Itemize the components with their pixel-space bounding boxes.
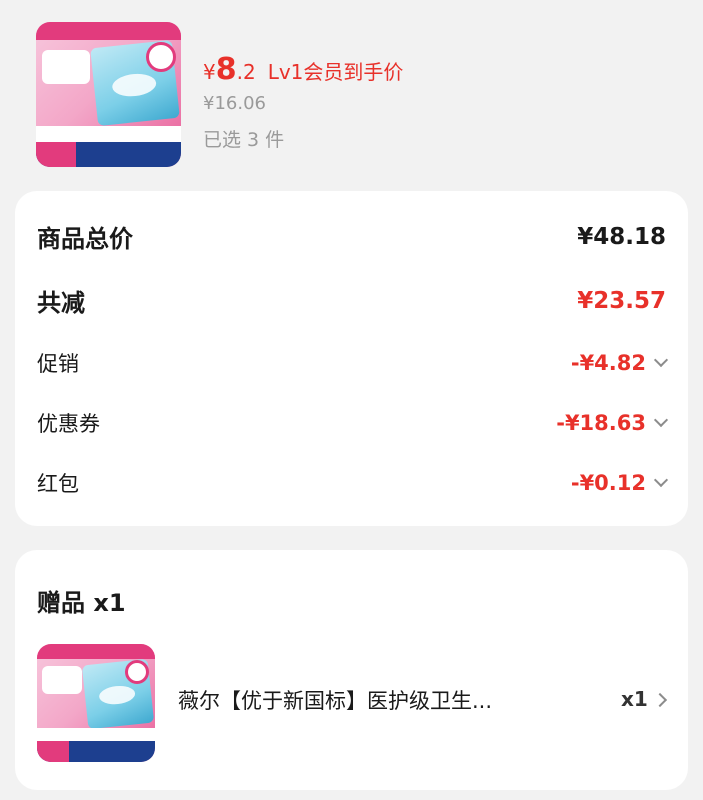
promotion-value: -¥4.82 [570,351,646,375]
red-packet-label: 红包 [37,472,79,496]
price-currency: ¥ [203,60,216,84]
product-summary: ¥ 8 .2 Lv1会员到手价 ¥16.06 已选 3 件 [0,0,703,190]
total-row: 商品总价 ¥48.18 [37,219,666,254]
discount-label: 共减 [37,289,85,317]
price-breakdown-card: 商品总价 ¥48.18 共减 ¥23.57 促销 -¥4.82 优惠券 -¥18… [15,191,688,526]
promotion-row[interactable]: 促销 -¥4.82 [37,348,669,378]
coupon-row[interactable]: 优惠券 -¥18.63 [37,408,669,438]
member-price: ¥ 8 .2 Lv1会员到手价 [203,52,403,88]
promotion-label: 促销 [37,352,79,376]
gift-title: 赠品 x1 [37,589,126,617]
original-price: ¥16.06 [203,93,266,114]
product-thumbnail[interactable] [36,22,181,167]
chevron-down-icon[interactable] [653,472,669,488]
chevron-down-icon[interactable] [653,352,669,368]
price-decimal: .2 [236,60,256,84]
gift-card: 赠品 x1 薇尔【优于新国标】医护级卫生... x1 [15,550,688,790]
coupon-value: -¥18.63 [556,411,646,435]
gift-name[interactable]: 薇尔【优于新国标】医护级卫生... [178,685,558,715]
discount-value: ¥23.57 [577,287,666,314]
gift-quantity: x1 [621,687,648,711]
discount-row: 共减 ¥23.57 [37,283,666,318]
total-label: 商品总价 [37,225,133,253]
red-packet-value: -¥0.12 [570,471,646,495]
coupon-label: 优惠券 [37,412,100,436]
chevron-right-icon[interactable] [652,692,668,708]
selected-count: 已选 3 件 [203,129,285,151]
chevron-down-icon[interactable] [653,412,669,428]
price-note: Lv1会员到手价 [267,60,404,84]
total-value: ¥48.18 [577,223,666,250]
red-packet-row[interactable]: 红包 -¥0.12 [37,468,669,498]
gift-thumbnail[interactable] [37,644,155,762]
price-integer: 8 [215,52,237,87]
